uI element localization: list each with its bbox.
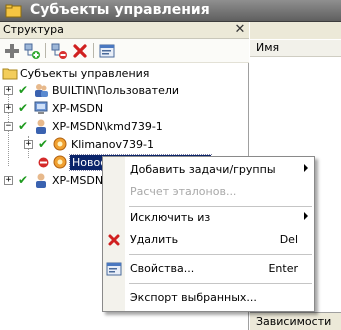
menu-item-delete[interactable]: Удалить Del	[103, 229, 314, 251]
check-icon: ✔	[18, 173, 29, 187]
add-group-icon[interactable]	[23, 42, 41, 60]
tree-toolbar	[0, 39, 249, 63]
collapse-icon[interactable]: −	[4, 122, 13, 131]
menu-item-exclude-from[interactable]: Исключить из	[103, 207, 314, 229]
tree-node-kmd739[interactable]: − ✔ XP-MSDN\kmd739-1	[0, 118, 249, 135]
tree-node-label: XP-MSDN	[52, 102, 104, 115]
tab-dependencies[interactable]: Зависимости	[250, 312, 341, 330]
tree-node-label: BUILTIN\Пользователи	[52, 84, 180, 97]
menu-separator	[129, 283, 312, 284]
expand-icon[interactable]: +	[24, 140, 33, 149]
menu-item-label: Исключить из	[130, 211, 211, 224]
menu-item-shortcut: Enter	[268, 262, 298, 275]
task-icon	[53, 155, 67, 169]
tree-node-label: XP-MSDN\kmd739-1	[52, 120, 163, 133]
menu-item-properties[interactable]: Свойства... Enter	[103, 258, 314, 280]
expand-icon[interactable]: +	[4, 86, 13, 95]
delete-icon	[108, 234, 120, 246]
check-icon: ✔	[18, 83, 29, 97]
delete-icon[interactable]	[71, 42, 89, 60]
tree-node-label: Klimanov739-1	[71, 138, 154, 151]
menu-item-label: Добавить задачи/группы	[130, 163, 276, 176]
title-bar: Субъекты управления	[0, 0, 341, 22]
menu-item-export-selected[interactable]: Экспорт выбранных...	[103, 287, 314, 309]
add-icon[interactable]	[3, 42, 21, 60]
toolbar-separator	[45, 43, 46, 58]
app-logo-icon	[5, 4, 22, 18]
check-icon: ✔	[18, 101, 29, 115]
context-menu: Добавить задачи/группы Расчет эталонов..…	[102, 156, 315, 312]
users-group-icon	[35, 84, 48, 97]
computer-icon	[34, 101, 48, 114]
menu-item-shortcut: Del	[279, 233, 298, 246]
folder-icon	[2, 68, 18, 80]
column-header-name[interactable]: Имя	[250, 39, 341, 57]
menu-item-label: Экспорт выбранных...	[130, 291, 257, 304]
menu-item-label: Свойства...	[130, 262, 195, 275]
tree-node-builtin-users[interactable]: + ✔ BUILTIN\Пользователи	[0, 82, 249, 99]
window-title: Субъекты управления	[30, 2, 210, 18]
menu-item-calc-standards[interactable]: Расчет эталонов...	[103, 181, 314, 203]
add-rule-icon[interactable]	[50, 42, 68, 60]
toolbar-separator	[93, 43, 94, 58]
tree-node-label: XP-MSDN	[52, 174, 104, 187]
tree-root-label: Субъекты управления	[20, 67, 150, 80]
menu-item-add-tasks[interactable]: Добавить задачи/группы	[103, 159, 314, 181]
user-icon	[36, 119, 46, 134]
pane-header: Структура ✕	[0, 22, 249, 39]
properties-icon	[106, 262, 122, 276]
submenu-arrow-icon	[304, 212, 308, 220]
details-pane-header	[250, 22, 341, 39]
properties-icon[interactable]	[98, 42, 116, 60]
tab-dependencies-label: Зависимости	[256, 315, 332, 328]
tree-node-xp-msdn-computer[interactable]: + ✔ XP-MSDN	[0, 100, 249, 117]
menu-separator	[129, 254, 312, 255]
check-icon: ✔	[18, 119, 29, 133]
expand-icon[interactable]: +	[4, 104, 13, 113]
column-header-label: Имя	[256, 41, 280, 54]
disabled-icon	[38, 157, 49, 168]
menu-item-label: Расчет эталонов...	[130, 185, 237, 198]
tree-node-klimanov[interactable]: + ✔ Klimanov739-1	[0, 136, 249, 153]
expand-icon[interactable]: +	[4, 176, 13, 185]
menu-item-label: Удалить	[130, 233, 179, 246]
pane-title: Структура	[3, 23, 64, 36]
close-icon[interactable]: ✕	[233, 22, 247, 37]
check-icon: ✔	[38, 137, 49, 151]
user-icon	[36, 173, 46, 188]
submenu-arrow-icon	[304, 164, 308, 172]
task-icon	[53, 137, 67, 151]
